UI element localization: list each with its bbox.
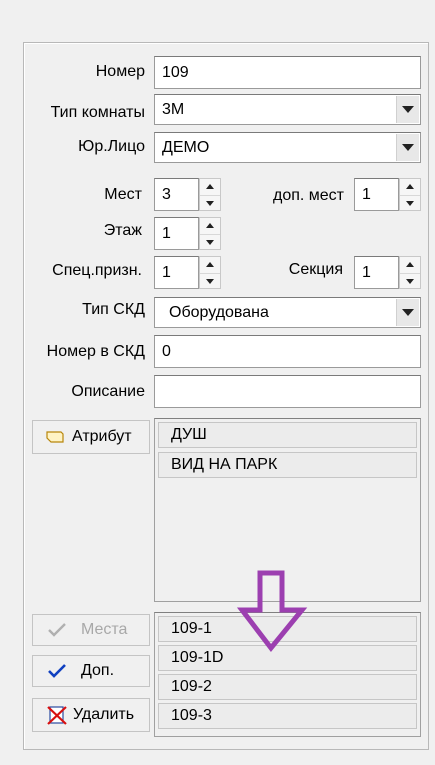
skd-type-dropdown-button[interactable]: [396, 299, 419, 326]
floor-spinner[interactable]: [199, 217, 221, 250]
special-value: 1: [162, 263, 171, 281]
seats-spinner[interactable]: [199, 178, 221, 211]
add-button[interactable]: Доп.: [32, 655, 150, 687]
skd-type-value: Оборудована: [169, 303, 269, 321]
chevron-down-icon: [402, 144, 414, 151]
arrow-up-icon: [406, 184, 414, 190]
floor-field[interactable]: 1: [154, 217, 199, 250]
legal-entity-label: Юр.Лицо: [78, 138, 145, 155]
chevron-down-icon: [402, 309, 414, 316]
legal-entity-dropdown-button[interactable]: [396, 134, 419, 161]
seats-down-button[interactable]: [200, 194, 220, 212]
section-field[interactable]: 1: [354, 256, 399, 289]
attribute-button[interactable]: Атрибут: [32, 420, 150, 454]
room-editor-panel: Номер 109 Тип комнаты 3М Юр.Лицо ДЕМО Ме…: [0, 0, 435, 765]
arrow-down-icon: [406, 200, 414, 206]
attribute-item-label: ДУШ: [171, 426, 207, 443]
special-field[interactable]: 1: [154, 256, 199, 289]
extra-seats-down-button[interactable]: [400, 194, 420, 212]
arrow-up-icon: [206, 184, 214, 190]
arrow-down-annotation-icon: [236, 570, 308, 653]
delete-icon: [47, 706, 67, 725]
skd-type-select[interactable]: Оборудована: [154, 297, 421, 328]
section-up-button[interactable]: [400, 257, 420, 273]
number-label: Номер: [95, 63, 145, 80]
chevron-down-icon: [402, 106, 414, 113]
delete-button[interactable]: Удалить: [32, 698, 150, 732]
seats-up-button[interactable]: [200, 179, 220, 195]
arrow-up-icon: [206, 223, 214, 229]
arrow-up-icon: [406, 262, 414, 268]
number-value: 109: [162, 63, 189, 81]
extra-seats-up-button[interactable]: [400, 179, 420, 195]
add-button-label: Доп.: [81, 662, 115, 679]
skd-number-label: Номер в СКД: [46, 343, 145, 360]
section-value: 1: [362, 263, 371, 281]
extra-seats-value: 1: [362, 185, 371, 203]
legal-entity-value: ДЕМО: [162, 138, 210, 156]
attribute-item[interactable]: ВИД НА ПАРК: [158, 452, 417, 478]
place-item-label: 109-2: [171, 678, 212, 695]
skd-number-value: 0: [162, 342, 171, 360]
places-button-label: Места: [81, 621, 128, 638]
section-spinner[interactable]: [399, 256, 421, 289]
floor-label: Этаж: [103, 222, 142, 239]
arrow-down-icon: [406, 278, 414, 284]
section-down-button[interactable]: [400, 272, 420, 290]
arrow-down-icon: [206, 200, 214, 206]
room-type-label: Тип комнаты: [50, 104, 145, 121]
place-item[interactable]: 109-2: [158, 674, 417, 700]
description-field[interactable]: [154, 375, 421, 408]
place-item-label: 109-3: [171, 707, 212, 724]
legal-entity-select[interactable]: ДЕМО: [154, 132, 421, 163]
arrow-down-icon: [206, 239, 214, 245]
place-item-label: 109-1: [171, 620, 212, 637]
arrow-down-icon: [206, 278, 214, 284]
special-up-button[interactable]: [200, 257, 220, 273]
place-item-label: 109-1D: [171, 649, 224, 666]
checkmark-icon: [48, 623, 66, 637]
seats-value: 3: [162, 185, 171, 203]
number-field[interactable]: 109: [154, 56, 421, 89]
seats-label: Мест: [104, 186, 142, 203]
attribute-button-label: Атрибут: [72, 428, 132, 445]
floor-down-button[interactable]: [200, 233, 220, 251]
seats-field[interactable]: 3: [154, 178, 199, 211]
extra-seats-field[interactable]: 1: [354, 178, 399, 211]
floor-up-button[interactable]: [200, 218, 220, 234]
special-spinner[interactable]: [199, 256, 221, 289]
section-label: Секция: [288, 261, 343, 278]
tag-icon: [46, 431, 64, 443]
room-type-value: 3М: [162, 100, 185, 118]
place-item[interactable]: 109-3: [158, 703, 417, 729]
attribute-item[interactable]: ДУШ: [158, 422, 417, 448]
room-type-dropdown-button[interactable]: [396, 96, 419, 123]
extra-seats-spinner[interactable]: [399, 178, 421, 211]
attribute-item-label: ВИД НА ПАРК: [171, 456, 278, 473]
description-label: Описание: [71, 383, 145, 400]
checkmark-icon: [48, 664, 66, 678]
delete-button-label: Удалить: [73, 706, 135, 723]
special-label: Спец.призн.: [52, 262, 142, 279]
skd-type-label: Тип СКД: [82, 301, 145, 318]
special-down-button[interactable]: [200, 272, 220, 290]
floor-value: 1: [162, 224, 171, 242]
skd-number-field[interactable]: 0: [154, 335, 421, 368]
arrow-up-icon: [206, 262, 214, 268]
extra-seats-label: доп. мест: [272, 187, 344, 204]
room-type-select[interactable]: 3М: [154, 94, 421, 125]
places-button[interactable]: Места: [32, 614, 150, 646]
